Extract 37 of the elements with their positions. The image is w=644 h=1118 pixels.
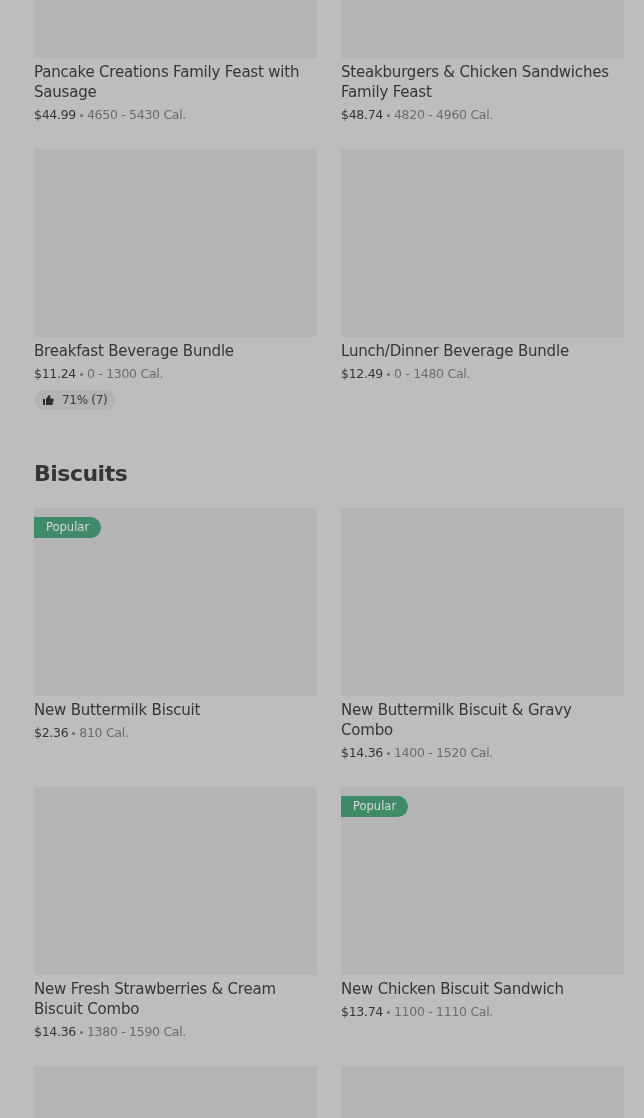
item-calories: 4820 - 4960 Cal.	[393, 106, 494, 124]
item-name[interactable]: New Buttermilk Biscuit & Gravy Combo	[341, 700, 624, 740]
section-heading: Biscuits	[34, 460, 129, 488]
item-price: $48.74	[341, 106, 383, 124]
item-calories: 1400 - 1520 Cal.	[393, 744, 494, 762]
item-calories: 0 - 1300 Cal.	[86, 365, 164, 383]
item-price: $2.36	[34, 724, 69, 742]
item-calories: 810 Cal.	[79, 724, 129, 742]
separator-dot	[386, 1010, 390, 1014]
separator-dot	[386, 751, 390, 755]
item-price: $12.49	[341, 365, 383, 383]
item-calories: 1380 - 1590 Cal.	[86, 1023, 187, 1041]
item-calories: 1100 - 1110 Cal.	[393, 1003, 494, 1021]
item-name[interactable]: Pancake Creations Family Feast with Sausage	[34, 62, 317, 102]
item-name[interactable]: New Fresh Strawberries & Cream Biscuit Combo	[34, 979, 317, 1019]
separator-dot	[79, 372, 83, 376]
item-price: $44.99	[34, 106, 76, 124]
item-calories: 4650 - 5430 Cal.	[86, 106, 187, 124]
item-name[interactable]: Lunch/Dinner Beverage Bundle	[341, 341, 624, 361]
rating-pill: 71% (7)	[34, 390, 116, 410]
item-price: $13.74	[341, 1003, 383, 1021]
item-price: $14.36	[341, 744, 383, 762]
thumbs-up-icon	[42, 394, 54, 406]
item-name[interactable]: New Buttermilk Biscuit	[34, 700, 317, 720]
separator-dot	[386, 372, 390, 376]
item-price: $11.24	[34, 365, 76, 383]
item-name[interactable]: New Chicken Biscuit Sandwich	[341, 979, 624, 999]
item-name[interactable]: Breakfast Beverage Bundle	[34, 341, 317, 361]
separator-dot	[72, 731, 76, 735]
separator-dot	[386, 113, 390, 117]
popular-badge: Popular	[34, 517, 102, 538]
separator-dot	[79, 113, 83, 117]
separator-dot	[79, 1030, 83, 1034]
item-price: $14.36	[34, 1023, 76, 1041]
popular-badge: Popular	[341, 796, 409, 817]
item-name[interactable]: Steakburgers & Chicken Sandwiches Family Feast	[341, 62, 624, 102]
item-calories: 0 - 1480 Cal.	[393, 365, 471, 383]
